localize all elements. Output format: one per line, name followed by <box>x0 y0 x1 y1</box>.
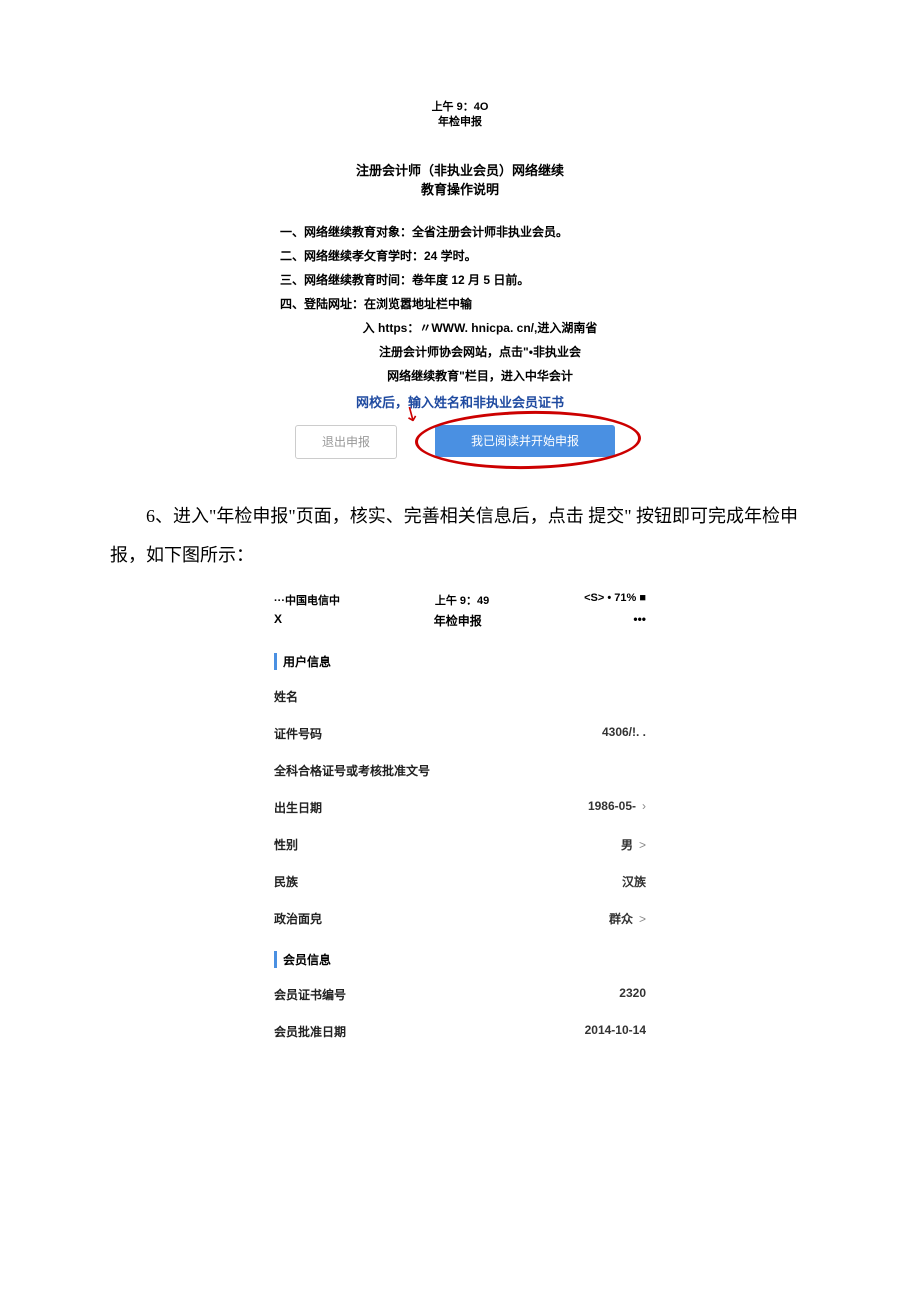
value-political-text: 群众 <box>609 912 633 926</box>
row-ethnicity: 民族 汉族 <box>270 863 650 900</box>
screenshot-form: ···中国电信中 上午 9：49 <S> • 71% ■ X 年检申报 ••• … <box>270 590 650 1050</box>
step-6-text: 6、进入"年检申报"页面，核实、完善相关信息后，点击 提交" 按钮即可完成年检申… <box>110 506 798 566</box>
label-political: 政治面皃 <box>274 910 322 927</box>
section-member-info: 会员信息 <box>274 951 646 968</box>
label-ethnicity: 民族 <box>274 873 298 890</box>
instruction-4: 四、登陆网址：在浏览嚣地址栏中输 <box>280 292 640 316</box>
row-cert-number: 全科合格证号或考核批准文号 <box>270 752 650 789</box>
instruction-1: 一、网络继续教育对象：全省注册会计师非执业会员。 <box>280 220 640 244</box>
status-time: 上午 9：4O <box>270 100 650 115</box>
instruction-4c: 网络继续教育"栏目，进入中华会计 <box>280 364 640 388</box>
close-icon[interactable]: X <box>274 612 282 629</box>
dialog-buttons: 退出申报 我已阅读并开始申报 ↘ <box>285 419 635 469</box>
chevron-right-icon: > <box>639 838 646 852</box>
row-member-no: 会员证书编号 2320 <box>270 976 650 1013</box>
notice-title: 注册会计师（非执业会员）网络继续 教育操作说明 <box>270 161 650 200</box>
value-gender: 男> <box>621 836 646 853</box>
step-6-paragraph: 6、进入"年检申报"页面，核实、完善相关信息后，点击 提交" 按钮即可完成年检申… <box>110 497 810 576</box>
status-time: 上午 9：49 <box>435 592 489 608</box>
value-dob: 1986-05- › <box>588 799 646 816</box>
instruction-3: 三、网络继续教育时间：卷年度 12 月 5 日前。 <box>280 268 640 292</box>
screenshot-notice: 上午 9：4O 年检申报 注册会计师（非执业会员）网络继续 教育操作说明 一、网… <box>270 100 650 469</box>
instruction-4d: 网校后，输入姓名和非执业会员证书 <box>270 392 650 411</box>
status-bar: ···中国电信中 上午 9：49 <S> • 71% ■ <box>270 590 650 610</box>
row-id-number: 证件号码 4306/!. . <box>270 715 650 752</box>
value-gender-text: 男 <box>621 838 633 852</box>
row-gender[interactable]: 性别 男> <box>270 826 650 863</box>
row-name: 姓名 <box>270 678 650 715</box>
label-member-date: 会员批准日期 <box>274 1023 346 1040</box>
row-political[interactable]: 政治面皃 群众 > <box>270 900 650 937</box>
row-member-date: 会员批准日期 2014-10-14 <box>270 1013 650 1050</box>
value-ethnicity: 汉族 <box>622 873 646 890</box>
highlight-circle-icon <box>415 409 642 471</box>
exit-button[interactable]: 退出申报 <box>295 425 397 459</box>
value-member-date: 2014-10-14 <box>585 1023 646 1040</box>
carrier-label: ···中国电信中 <box>274 592 340 608</box>
label-gender: 性别 <box>274 836 298 853</box>
instruction-4b: 注册会计师协会网站，点击"•非执业会 <box>280 340 640 364</box>
more-icon[interactable]: ••• <box>633 612 646 629</box>
battery-label: <S> • 71% ■ <box>584 592 646 608</box>
nav-title: 年检申报 <box>270 115 650 130</box>
nav-bar: X 年检申报 ••• <box>270 610 650 639</box>
label-member-no: 会员证书编号 <box>274 986 346 1003</box>
label-id: 证件号码 <box>274 725 322 742</box>
label-cert: 全科合格证号或考核批准文号 <box>274 762 430 779</box>
notice-title-line2: 教育操作说明 <box>270 180 650 200</box>
value-political: 群众 > <box>609 910 646 927</box>
value-dob-text: 1986-05- <box>588 799 636 813</box>
value-member-no: 2320 <box>619 986 646 1003</box>
section-user-info: 用户信息 <box>274 653 646 670</box>
row-dob[interactable]: 出生日期 1986-05- › <box>270 789 650 826</box>
document-page: 上午 9：4O 年检申报 注册会计师（非执业会员）网络继续 教育操作说明 一、网… <box>0 0 920 1130</box>
label-name: 姓名 <box>274 688 298 705</box>
instruction-list: 一、网络继续教育对象：全省注册会计师非执业会员。 二、网络继续孝攵育学时：24 … <box>280 220 640 388</box>
chevron-right-icon: > <box>639 912 646 926</box>
notice-title-line1: 注册会计师（非执业会员）网络继续 <box>270 161 650 181</box>
nav-title: 年检申报 <box>282 612 633 629</box>
label-dob: 出生日期 <box>274 799 322 816</box>
instruction-4a: 入 https：〃WWW. hnicpa. cn/,进入湖南省 <box>280 316 640 340</box>
value-id: 4306/!. . <box>602 725 646 742</box>
chevron-right-icon: › <box>642 799 646 813</box>
instruction-2: 二、网络继续孝攵育学时：24 学时。 <box>280 244 640 268</box>
